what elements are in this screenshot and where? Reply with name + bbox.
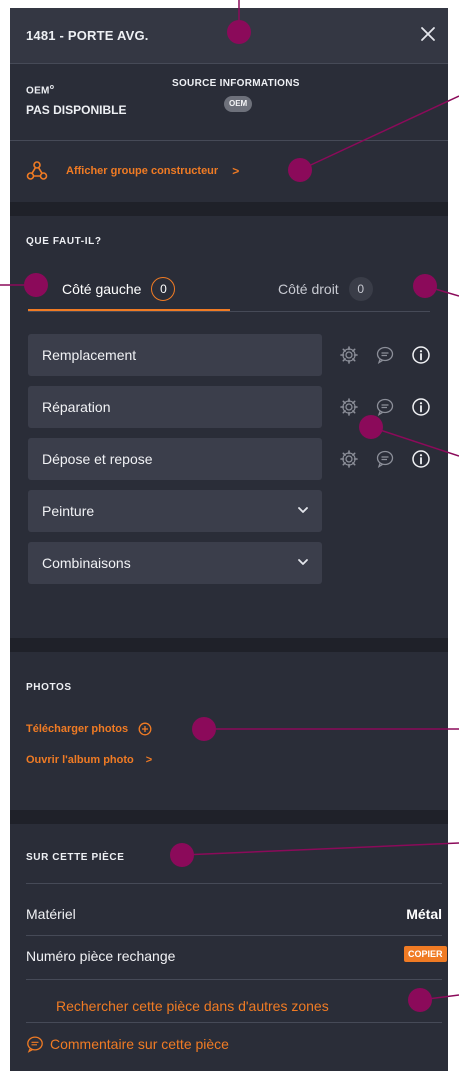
tab-right-side[interactable]: Côté droit 0 <box>278 272 373 306</box>
comment-icon <box>376 346 394 364</box>
oem-label: OEMo <box>26 84 55 97</box>
combinations-label: Combinaisons <box>42 555 131 571</box>
copy-button[interactable]: COPIER <box>404 946 447 962</box>
repair-button[interactable]: Réparation <box>28 386 322 428</box>
section-separator <box>10 202 448 216</box>
tab-left-side-label: Côté gauche <box>62 281 142 297</box>
row-divider <box>26 935 442 936</box>
combinations-dropdown[interactable]: Combinaisons <box>28 542 322 584</box>
upload-photos-label: Télécharger photos <box>26 723 129 735</box>
tab-right-side-label: Côté droit <box>278 281 339 297</box>
source-informations-label: SOURCE INFORMATIONS <box>172 78 300 89</box>
tab-left-side-count: 0 <box>151 277 176 301</box>
what-section-label: QUE FAUT-IL? <box>26 236 102 247</box>
chevron-down-icon <box>298 507 308 513</box>
replacement-comment-button[interactable] <box>374 344 396 366</box>
close-button[interactable] <box>416 22 440 46</box>
source-badge: OEM <box>224 96 253 112</box>
panel-header: 1481 - PORTE AVG. <box>10 8 448 63</box>
paint-dropdown[interactable]: Peinture <box>28 490 322 532</box>
upload-photos-link[interactable]: Télécharger photos <box>26 722 152 736</box>
replacement-settings-button[interactable] <box>338 344 360 366</box>
open-photo-album-label: Ouvrir l'album photo <box>26 754 134 766</box>
section-separator <box>10 810 448 824</box>
material-label: Matériel <box>26 906 76 922</box>
gear-icon <box>340 450 358 468</box>
comment-icon <box>376 398 394 416</box>
comment-icon <box>376 450 394 468</box>
section-separator <box>10 638 448 652</box>
part-comment-label: Commentaire sur cette pièce <box>50 1036 229 1052</box>
tab-left-side[interactable]: Côté gauche 0 <box>62 272 176 306</box>
part-comment-link[interactable]: Commentaire sur cette pièce <box>26 1035 229 1053</box>
remove-refit-settings-button[interactable] <box>338 448 360 470</box>
group-icon <box>26 161 48 180</box>
divider <box>10 140 448 141</box>
show-manufacturer-group-link[interactable]: Afficher groupe constructeur > <box>26 160 239 182</box>
material-value: Métal <box>406 906 442 922</box>
oem-value: PAS DISPONIBLE <box>26 103 127 117</box>
row-divider <box>26 1022 442 1023</box>
chevron-down-icon <box>298 559 308 565</box>
plus-circle-icon <box>138 722 152 736</box>
remove-refit-comment-button[interactable] <box>374 448 396 470</box>
show-manufacturer-group-label: Afficher groupe constructeur <box>66 165 219 177</box>
row-divider <box>26 979 442 980</box>
chevron-right-icon: > <box>232 164 240 178</box>
remove-refit-info-button[interactable] <box>410 448 432 470</box>
paint-label: Peinture <box>42 503 95 519</box>
info-icon <box>412 346 430 364</box>
row-divider <box>26 883 442 884</box>
divider <box>10 63 448 64</box>
repair-info-button[interactable] <box>410 396 432 418</box>
repair-label: Réparation <box>42 399 111 415</box>
repair-settings-button[interactable] <box>338 396 360 418</box>
tab-right-side-count: 0 <box>348 277 373 301</box>
chevron-right-icon: > <box>145 754 153 766</box>
info-icon <box>412 450 430 468</box>
replacement-info-button[interactable] <box>410 344 432 366</box>
remove-refit-label: Dépose et repose <box>42 451 153 467</box>
tab-baseline <box>28 311 430 312</box>
comment-icon <box>27 1036 43 1053</box>
replacement-label: Remplacement <box>42 347 137 363</box>
gear-icon <box>340 398 358 416</box>
remove-refit-button[interactable]: Dépose et repose <box>28 438 322 480</box>
search-part-other-zones-link[interactable]: Rechercher cette pièce dans d'autres zon… <box>56 998 329 1014</box>
close-icon <box>421 27 435 41</box>
photos-section-label: PHOTOS <box>26 682 72 693</box>
spare-part-number-label: Numéro pièce rechange <box>26 948 176 964</box>
part-section-label: SUR CETTE PIÈCE <box>26 852 125 863</box>
replacement-button[interactable]: Remplacement <box>28 334 322 376</box>
part-detail-panel: 1481 - PORTE AVG. OEMo PAS DISPONIBLE SO… <box>10 8 448 1071</box>
page-title: 1481 - PORTE AVG. <box>26 28 149 43</box>
gear-icon <box>340 346 358 364</box>
open-photo-album-link[interactable]: Ouvrir l'album photo > <box>26 754 152 766</box>
active-tab-indicator <box>28 309 230 311</box>
info-icon <box>412 398 430 416</box>
repair-comment-button[interactable] <box>374 396 396 418</box>
